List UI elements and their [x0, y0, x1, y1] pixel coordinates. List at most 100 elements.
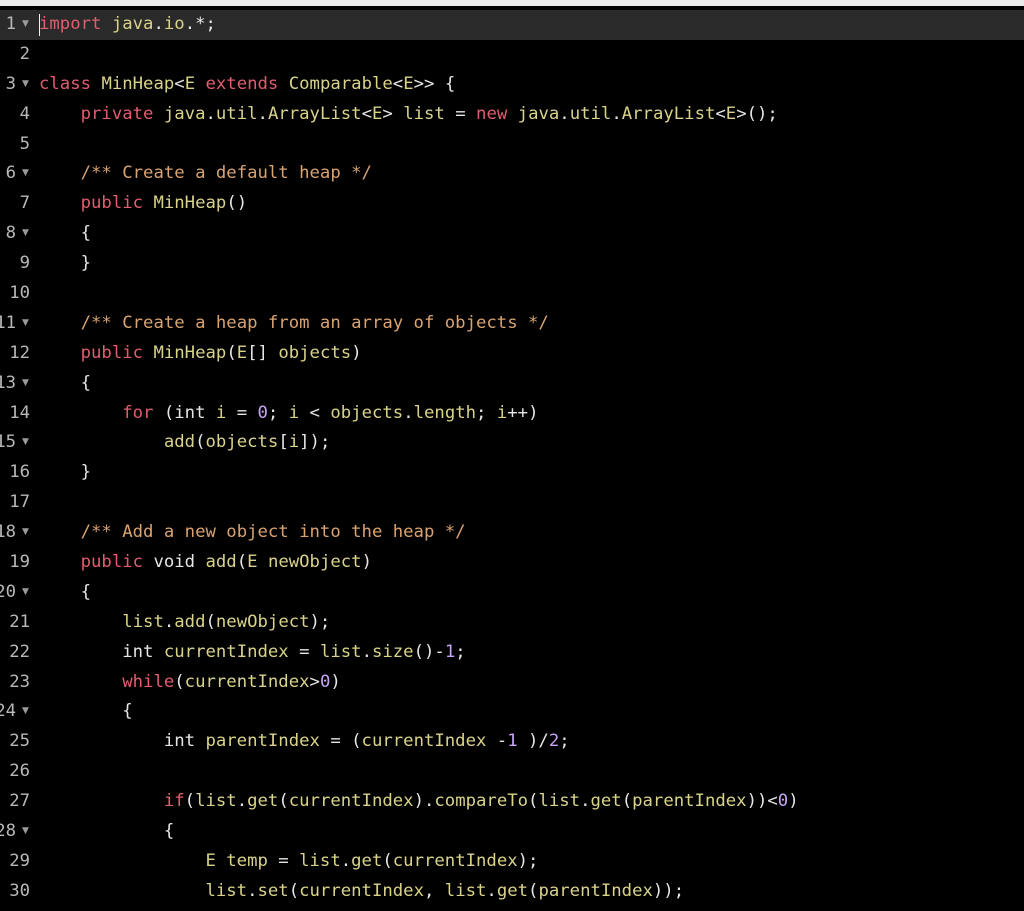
code-token: currentIndex [163, 641, 289, 662]
code-token: . [559, 103, 570, 124]
line-number: 21 [9, 611, 30, 632]
code-token: temp [226, 850, 268, 871]
line-number: 10 [9, 283, 30, 304]
line-number: 11 [0, 312, 16, 333]
code-token: i [288, 402, 300, 423]
code-token: ( [174, 671, 185, 692]
code-token: E [247, 552, 258, 573]
line-number: 2 [19, 43, 30, 64]
code-token: )); [652, 880, 685, 901]
code-line[interactable]: 26 [0, 757, 1024, 787]
line-gutter: 1 ▼ [0, 10, 30, 40]
code-line[interactable]: 12 public MinHeap(E[] objects) [0, 339, 1024, 369]
code-line[interactable]: 17 [0, 488, 1024, 518]
text-cursor [39, 14, 40, 36]
code-line[interactable]: 30 list.set(currentIndex, list.get(paren… [0, 877, 1024, 907]
code-line[interactable]: 18 ▼ /** Add a new object into the heap *… [0, 518, 1024, 548]
line-gutter: 26 [0, 757, 30, 787]
fold-triangle-icon[interactable]: ▼ [22, 10, 30, 40]
line-number: 23 [9, 671, 30, 692]
code-line[interactable]: 20 ▼ { [0, 578, 1024, 608]
fold-triangle-icon[interactable]: ▼ [22, 697, 30, 727]
code-line[interactable]: 10 [0, 279, 1024, 309]
code-text: list.set(currentIndex, list.get(parentIn… [39, 877, 684, 907]
code-line[interactable]: 5 [0, 130, 1024, 160]
code-line[interactable]: 14 for (int i = 0; i < objects.length; i… [0, 399, 1024, 429]
code-line[interactable]: 7 public MinHeap() [0, 189, 1024, 219]
code-text: int parentIndex = (currentIndex -1 )/2; [39, 727, 570, 757]
code-line[interactable]: 2 [0, 40, 1024, 70]
code-line[interactable]: 23 while(currentIndex>0) [0, 668, 1024, 698]
code-token: ( [528, 880, 539, 901]
code-line[interactable]: 16 } [0, 458, 1024, 488]
code-token: . [247, 880, 258, 901]
code-text: class MinHeap<E extends Comparable<E>> { [39, 70, 455, 100]
line-number: 29 [9, 850, 30, 871]
code-line[interactable]: 11 ▼ /** Create a heap from an array of o… [0, 309, 1024, 339]
line-number: 15 [0, 432, 16, 453]
fold-triangle-icon[interactable]: ▼ [22, 159, 30, 189]
code-line[interactable]: 29 E temp = list.get(currentIndex); [0, 847, 1024, 877]
code-token: newObject [267, 552, 362, 573]
code-token: . [205, 103, 216, 124]
fold-triangle-icon[interactable]: ▼ [22, 369, 30, 399]
fold-triangle-icon[interactable]: ▼ [22, 578, 30, 608]
code-line[interactable]: 1 ▼ import java.io.*; [0, 10, 1024, 40]
fold-triangle-icon[interactable]: ▼ [22, 70, 30, 100]
code-token: set [257, 880, 289, 901]
code-token: . [486, 880, 497, 901]
code-area[interactable]: 1 ▼ import java.io.*; 2 3 ▼ class MinHeap<E ex… [0, 10, 1024, 907]
code-token: ++) [507, 402, 539, 423]
code-token: for [122, 402, 154, 423]
fold-triangle-icon[interactable]: ▼ [22, 518, 30, 548]
code-line[interactable]: 22 int currentIndex = list.size()-1; [0, 638, 1024, 668]
code-token: 0 [257, 402, 268, 423]
code-token: 1 [507, 731, 518, 752]
code-token: newObject [215, 611, 310, 632]
fold-triangle-icon[interactable]: ▼ [22, 219, 30, 249]
code-line[interactable]: 15 ▼ add(objects[i]); [0, 428, 1024, 458]
code-line[interactable]: 25 int parentIndex = (currentIndex -1 )/… [0, 727, 1024, 757]
code-token: ( [382, 850, 393, 871]
code-line[interactable]: 24 ▼ { [0, 697, 1024, 727]
code-token: util [215, 103, 258, 124]
line-gutter: 17 [0, 488, 30, 518]
code-token: < [174, 73, 185, 94]
code-token: size [371, 641, 414, 662]
code-token: list [195, 791, 237, 812]
code-token: currentIndex [392, 850, 518, 871]
line-gutter: 19 [0, 548, 30, 578]
code-text: { [39, 578, 91, 608]
code-line[interactable]: 8 ▼ { [0, 219, 1024, 249]
line-gutter: 16 [0, 458, 30, 488]
code-token: java [111, 14, 154, 34]
code-token: MinHeap [153, 193, 227, 214]
code-token: ; [455, 641, 466, 662]
fold-triangle-icon[interactable]: ▼ [22, 309, 30, 339]
code-line[interactable]: 4 private java.util.ArrayList<E> list = … [0, 100, 1024, 130]
code-text: /** Create a heap from an array of objec… [39, 309, 549, 339]
code-token: i [215, 402, 227, 423]
code-line[interactable]: 6 ▼ /** Create a default heap */ [0, 159, 1024, 189]
code-line[interactable]: 27 if(list.get(currentIndex).compareTo(l… [0, 787, 1024, 817]
code-line[interactable]: 19 public void add(E newObject) [0, 548, 1024, 578]
code-token: = [288, 641, 320, 662]
code-token: import [39, 14, 102, 34]
line-number: 24 [0, 701, 16, 722]
line-gutter: 27 [0, 787, 30, 817]
fold-triangle-icon[interactable]: ▼ [22, 817, 30, 847]
code-token: ) [361, 552, 372, 573]
code-line[interactable]: 9 } [0, 249, 1024, 279]
fold-triangle-icon[interactable]: ▼ [22, 428, 30, 458]
code-token: add [174, 611, 206, 632]
code-editor[interactable]: 1 ▼ import java.io.*; 2 3 ▼ class MinHeap<E ex… [0, 0, 1024, 911]
code-token: > [309, 671, 320, 692]
code-line[interactable]: 28 ▼ { [0, 817, 1024, 847]
code-line[interactable]: 21 list.add(newObject); [0, 608, 1024, 638]
code-line[interactable]: 3 ▼ class MinHeap<E extends Comparable<E>>… [0, 70, 1024, 100]
code-line[interactable]: 13 ▼ { [0, 369, 1024, 399]
line-gutter: 30 [0, 877, 30, 907]
